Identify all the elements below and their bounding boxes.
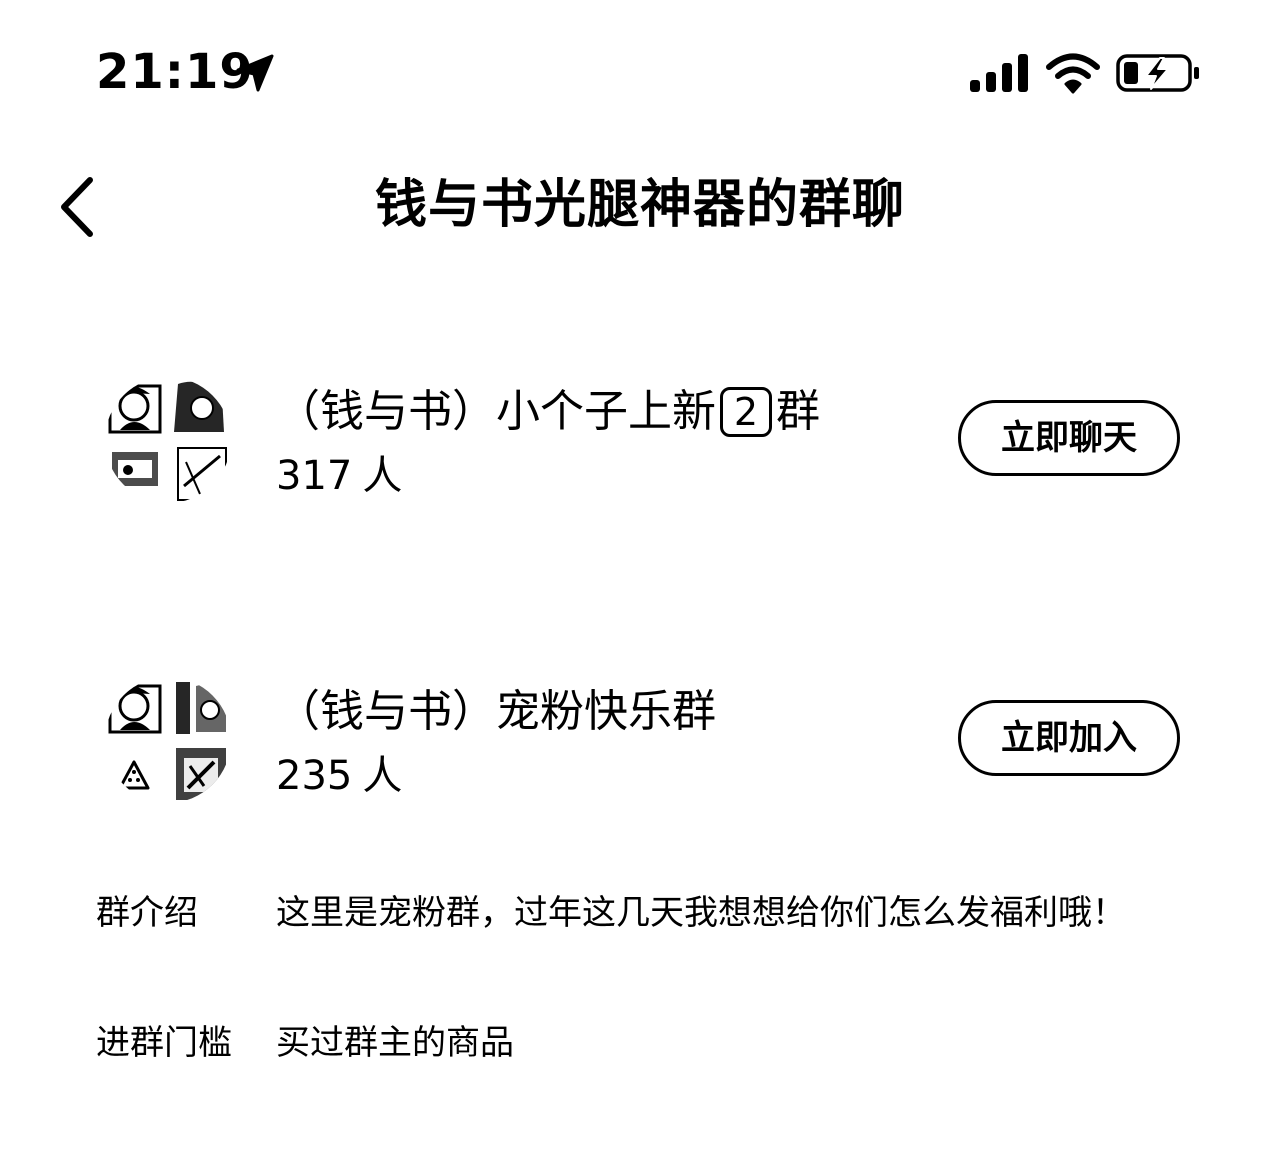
member-count-number: 235 [276, 753, 353, 799]
chat-now-button[interactable]: 立即聊天 [958, 400, 1180, 476]
member-count-number: 317 [276, 453, 353, 499]
join-threshold-label: 进群门槛 [96, 1023, 232, 1063]
member-count: 235 人 [276, 750, 402, 802]
cellular-signal-icon [970, 54, 1028, 92]
group-name-text: （钱与书）小个子上新 [276, 386, 716, 437]
group-intro-label: 群介绍 [96, 893, 198, 933]
wifi-icon [1046, 53, 1100, 94]
join-threshold-row: 进群门槛 买过群主的商品 [0, 1014, 1280, 1074]
member-count: 317 人 [276, 450, 402, 502]
page-title: 钱与书光腿神器的群聊 [374, 175, 905, 235]
status-bar: 21:19 [0, 0, 1280, 140]
group-name-suffix: 群 [776, 386, 820, 437]
group-intro-text: 这里是宠粉群，过年这几天我想想给你们怎么发福利哦！ [276, 893, 1126, 933]
group-name: （钱与书）宠粉快乐群 [276, 686, 716, 737]
group-list-item: （钱与书）小个子上新 2 群 317 人 立即聊天 [0, 370, 1280, 510]
member-count-unit: 人 [362, 753, 403, 799]
group-number-badge: 2 [720, 387, 772, 437]
group-list-item: （钱与书）宠粉快乐群 235 人 立即加入 [0, 670, 1280, 810]
group-avatar [104, 676, 232, 804]
member-count-unit: 人 [362, 453, 403, 499]
back-button[interactable] [52, 172, 112, 242]
group-avatar [104, 376, 232, 504]
battery-charging-icon [1116, 54, 1199, 92]
join-threshold-text: 买过群主的商品 [276, 1023, 514, 1063]
status-time: 21:19 [96, 44, 254, 100]
chevron-left-icon [61, 177, 93, 237]
group-intro-row: 群介绍 这里是宠粉群，过年这几天我想想给你们怎么发福利哦！ [0, 884, 1280, 944]
join-now-button[interactable]: 立即加入 [958, 700, 1180, 776]
group-name: （钱与书）小个子上新 2 群 [276, 384, 820, 440]
location-arrow-icon [236, 54, 274, 92]
